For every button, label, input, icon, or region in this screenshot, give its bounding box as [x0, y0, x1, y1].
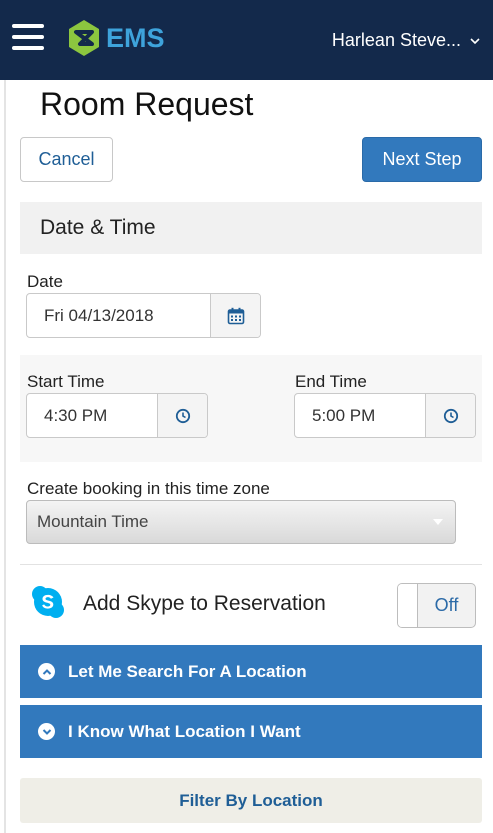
section-title: Date & Time [40, 216, 156, 239]
logo-text: EMS [106, 22, 165, 53]
end-time-label: End Time [295, 372, 367, 391]
accordion-label: I Know What Location I Want [68, 721, 301, 741]
date-value[interactable]: Fri 04/13/2018 [27, 294, 210, 337]
end-time-clock-button[interactable] [425, 394, 475, 437]
ems-logo-icon [69, 20, 99, 56]
timezone-label: Create booking in this time zone [27, 479, 270, 498]
divider [20, 564, 482, 565]
date-label: Date [27, 272, 63, 291]
page-title: Room Request [40, 86, 254, 122]
calendar-icon [227, 307, 244, 324]
content-border [4, 80, 6, 833]
accordion-label: Let Me Search For A Location [68, 661, 307, 681]
date-field[interactable]: Fri 04/13/2018 [26, 293, 261, 338]
end-time-field[interactable]: 5:00 PM [294, 393, 476, 438]
user-menu[interactable]: Harlean Steve... [332, 30, 481, 51]
start-time-clock-button[interactable] [157, 394, 207, 437]
date-time-section-header: Date & Time [20, 202, 482, 254]
start-time-field[interactable]: 4:30 PM [26, 393, 208, 438]
hamburger-menu-icon[interactable] [12, 24, 44, 50]
skype-label: Add Skype to Reservation [83, 592, 326, 615]
chevron-down-icon [38, 723, 55, 740]
clock-icon [175, 408, 190, 423]
filter-label: Filter By Location [179, 790, 323, 810]
clock-icon [443, 408, 458, 423]
next-step-button[interactable]: Next Step [362, 137, 482, 182]
user-name: Harlean Steve... [331, 30, 461, 50]
app-header: EMS Harlean Steve... [0, 0, 493, 80]
timezone-select[interactable]: Mountain Time [26, 500, 456, 544]
start-time-value[interactable]: 4:30 PM [27, 394, 157, 437]
ems-logo[interactable]: EMS [66, 18, 165, 58]
calendar-button[interactable] [210, 294, 260, 337]
known-location-accordion[interactable]: I Know What Location I Want [20, 705, 482, 758]
toggle-state: Off [434, 595, 459, 615]
search-location-accordion[interactable]: Let Me Search For A Location [20, 645, 482, 698]
end-time-value[interactable]: 5:00 PM [295, 394, 425, 437]
skype-row [30, 584, 66, 620]
cancel-button[interactable]: Cancel [20, 137, 113, 182]
skype-icon [32, 586, 64, 618]
skype-toggle[interactable]: Off [397, 583, 476, 628]
chevron-down-icon [470, 37, 480, 44]
start-time-label: Start Time [27, 372, 105, 391]
chevron-up-icon [38, 663, 55, 680]
toggle-knob[interactable] [398, 584, 418, 627]
timezone-selected: Mountain Time [37, 512, 149, 531]
select-arrow-icon [421, 501, 455, 543]
filter-by-location-button[interactable]: Filter By Location [20, 778, 482, 823]
